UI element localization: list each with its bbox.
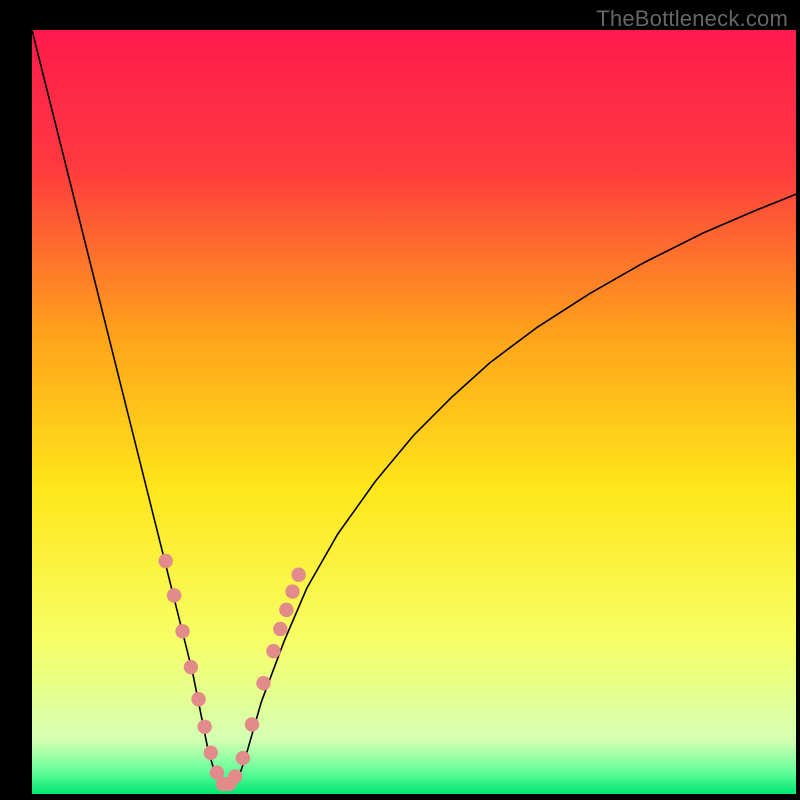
watermark-text: TheBottleneck.com bbox=[596, 6, 788, 32]
highlight-point bbox=[228, 769, 242, 783]
highlight-point bbox=[184, 660, 198, 674]
chart-svg bbox=[0, 0, 800, 800]
highlight-point bbox=[197, 720, 211, 734]
highlight-point bbox=[285, 584, 299, 598]
highlight-point bbox=[291, 568, 305, 582]
highlight-point bbox=[167, 588, 181, 602]
highlight-point bbox=[159, 554, 173, 568]
highlight-point bbox=[245, 717, 259, 731]
highlight-point bbox=[191, 692, 205, 706]
highlight-point bbox=[236, 751, 250, 765]
highlight-point bbox=[266, 644, 280, 658]
bottleneck-chart: TheBottleneck.com bbox=[0, 0, 800, 800]
plot-background bbox=[32, 30, 796, 794]
highlight-point bbox=[279, 603, 293, 617]
highlight-point bbox=[204, 746, 218, 760]
highlight-point bbox=[256, 676, 270, 690]
highlight-point bbox=[175, 624, 189, 638]
highlight-point bbox=[273, 622, 287, 636]
